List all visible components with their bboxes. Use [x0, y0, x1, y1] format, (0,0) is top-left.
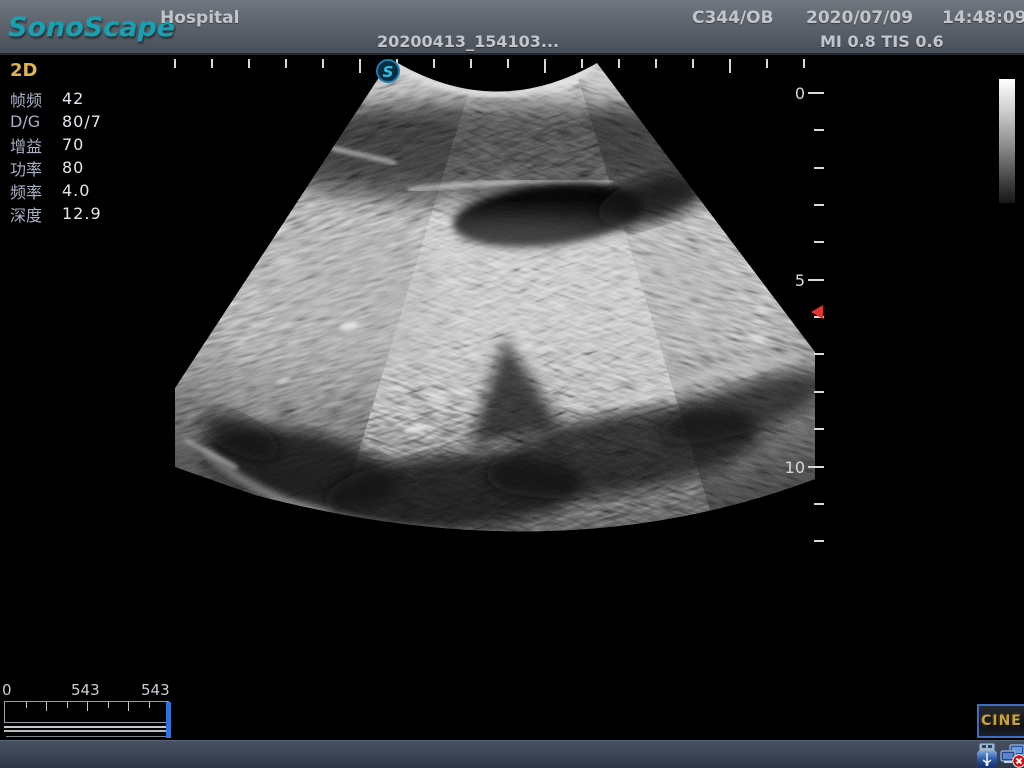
cine-scrubber-rail [6, 736, 168, 737]
cine-end-frame: 543 [141, 681, 170, 699]
cine-mid-frame: 543 [71, 681, 100, 699]
ultrasound-screen: SonoScape Hospital 20200413_154103... C3… [0, 0, 1024, 768]
cine-scrubber-tick [26, 702, 27, 708]
depth-label: 0 [795, 84, 805, 103]
cine-frame-labels: 0 543 543 [0, 681, 200, 699]
cine-scrubber-rail [4, 726, 170, 728]
cine-scrubber-track[interactable] [4, 701, 169, 723]
cine-scrubber-tick [67, 702, 68, 708]
cine-scrubber-handle[interactable] [166, 702, 171, 738]
cine-scrubber-rail [4, 730, 170, 732]
depth-label: 10 [785, 458, 805, 477]
cine-scrubber-tick [46, 702, 47, 711]
cine-scrubber-tick [108, 702, 109, 708]
sonogram-fan [0, 0, 1024, 767]
network-disconnected-icon[interactable] [1000, 742, 1024, 768]
cine-scrubber-tick [149, 702, 150, 708]
cine-scrubber-tick [128, 702, 129, 711]
depth-label: 5 [795, 271, 805, 290]
top-scale-ruler [175, 59, 804, 73]
ultrasound-image-area: 0 5 10 S [0, 0, 1024, 768]
taskbar [0, 740, 1024, 768]
svg-text:S: S [383, 63, 394, 81]
cine-scrubber-tick [87, 702, 88, 711]
usb-device-icon[interactable] [976, 742, 998, 768]
cine-button[interactable]: CINE [977, 704, 1024, 738]
grayscale-bar [999, 79, 1015, 203]
orientation-marker-icon: S [377, 60, 399, 82]
cine-start-frame: 0 [2, 681, 12, 699]
